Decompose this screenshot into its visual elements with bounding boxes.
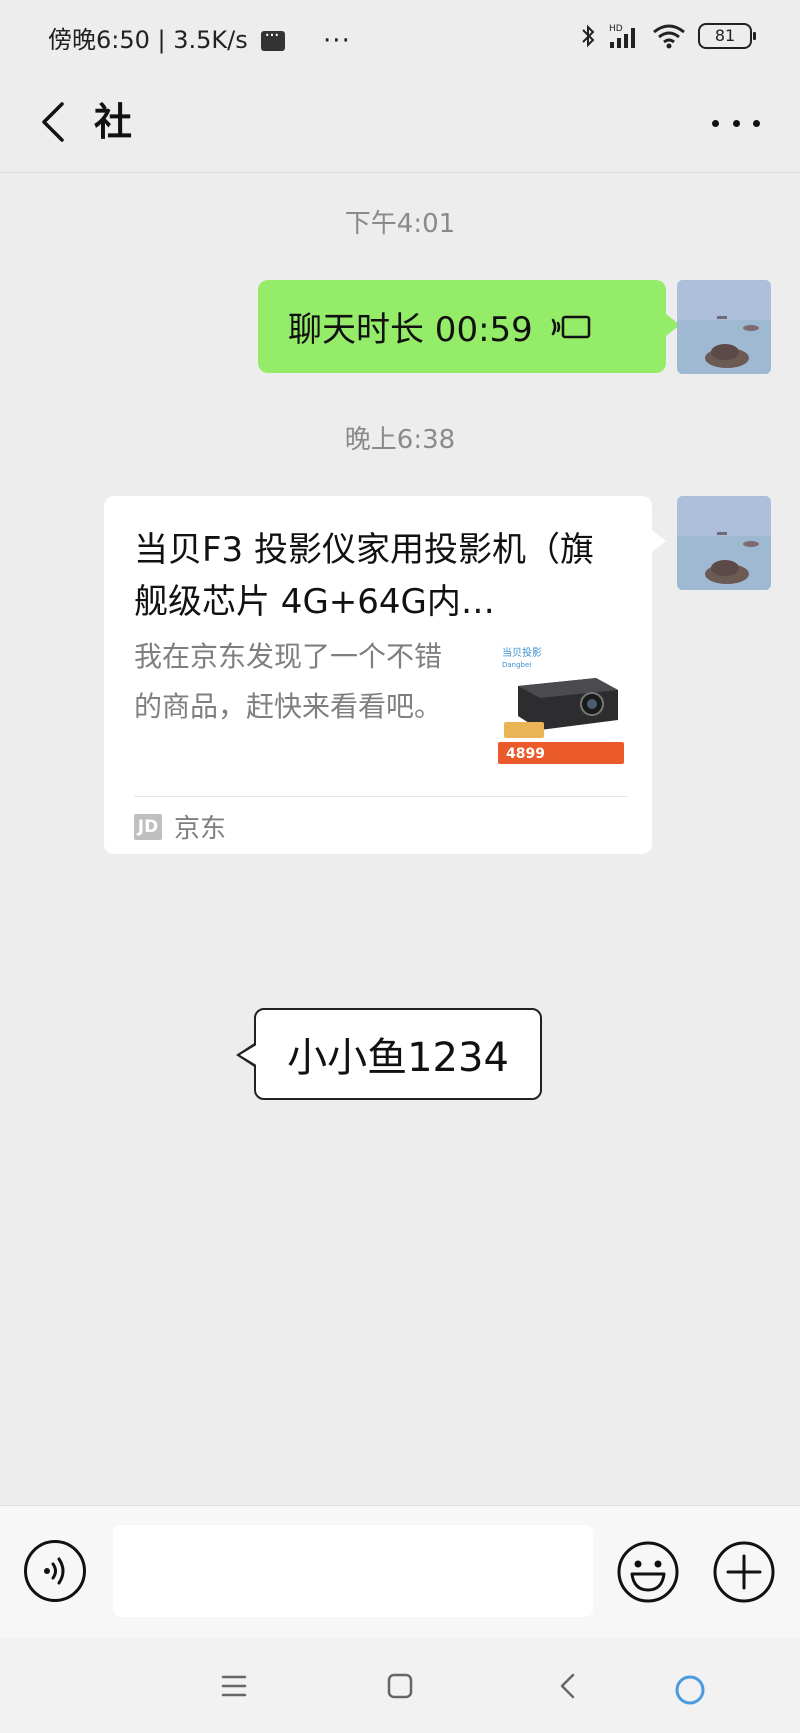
call-duration-text: 聊天时长 00:59 <box>288 310 533 350</box>
call-record-icon <box>551 315 591 338</box>
status-right: HD 81 <box>580 18 756 54</box>
menu-button[interactable] <box>214 1666 254 1706</box>
home-icon <box>387 1673 413 1699</box>
card-divider <box>134 796 628 797</box>
plus-icon[interactable] <box>712 1540 776 1604</box>
product-thumbnail: 当贝投影 Dangbei 4899 <box>496 642 628 766</box>
avatar-image <box>677 496 771 590</box>
message-input[interactable] <box>113 1525 593 1617</box>
emoji-icon[interactable] <box>616 1540 680 1604</box>
message-icon <box>261 25 286 51</box>
status-left: 傍晚6:50 | 3.5K/s ··· <box>48 20 351 56</box>
more-dots-icon: ··· <box>323 26 351 56</box>
call-record-bubble[interactable]: 聊天时长 00:59 <box>258 280 680 373</box>
back-icon <box>560 1673 575 1699</box>
chat-header: 社 <box>0 72 800 173</box>
wifi-icon <box>653 24 685 49</box>
home-button[interactable] <box>380 1666 420 1706</box>
voice-icon <box>44 1557 65 1585</box>
menu-icon <box>221 1675 247 1697</box>
input-bar <box>0 1505 800 1639</box>
battery-indicator: 81 <box>698 23 756 49</box>
voice-button[interactable] <box>24 1540 86 1602</box>
avatar[interactable] <box>677 496 771 590</box>
card-title: 当贝F3 投影仪家用投影机（旗舰级芯片 4G+64G内… <box>134 530 594 622</box>
status-time: 傍晚6:50 <box>48 26 150 54</box>
bluetooth-icon <box>582 24 595 48</box>
assistant-ring-icon <box>675 1675 705 1705</box>
card-source: JD 京东 <box>134 808 226 845</box>
name-callout: 小小鱼1234 <box>236 1008 542 1100</box>
card-description: 我在京东发现了一个不错的商品，赶快来看看吧。 <box>134 640 443 723</box>
avatar[interactable] <box>677 280 771 374</box>
back-button[interactable] <box>28 94 78 150</box>
system-navigation-bar <box>0 1638 800 1733</box>
more-options-button[interactable] <box>712 108 760 138</box>
chat-title: 社 <box>94 100 133 144</box>
jd-logo-icon: JD <box>134 813 162 840</box>
shared-link-card[interactable]: 当贝F3 投影仪家用投影机（旗舰级芯片 4G+64G内… 我在京东发现了一个不错… <box>104 496 666 854</box>
avatar-image <box>677 280 771 374</box>
more-horizontal-icon <box>712 119 719 127</box>
thumb-brand: 当贝投影 <box>502 646 542 659</box>
timestamp: 晚上6:38 <box>344 425 456 455</box>
signal-hd-icon: HD <box>609 24 635 48</box>
system-back-button[interactable] <box>548 1666 588 1706</box>
source-name: 京东 <box>174 814 227 844</box>
svg-text:HD: HD <box>609 24 623 34</box>
thumb-price: 4899 <box>506 746 545 762</box>
thumb-brand-sub: Dangbei <box>502 661 531 669</box>
chevron-left-icon <box>42 102 64 142</box>
timestamp: 下午4:01 <box>344 209 456 239</box>
status-bar: 傍晚6:50 | 3.5K/s ··· HD 81 <box>0 0 800 72</box>
network-speed: 3.5K/s <box>173 26 248 54</box>
